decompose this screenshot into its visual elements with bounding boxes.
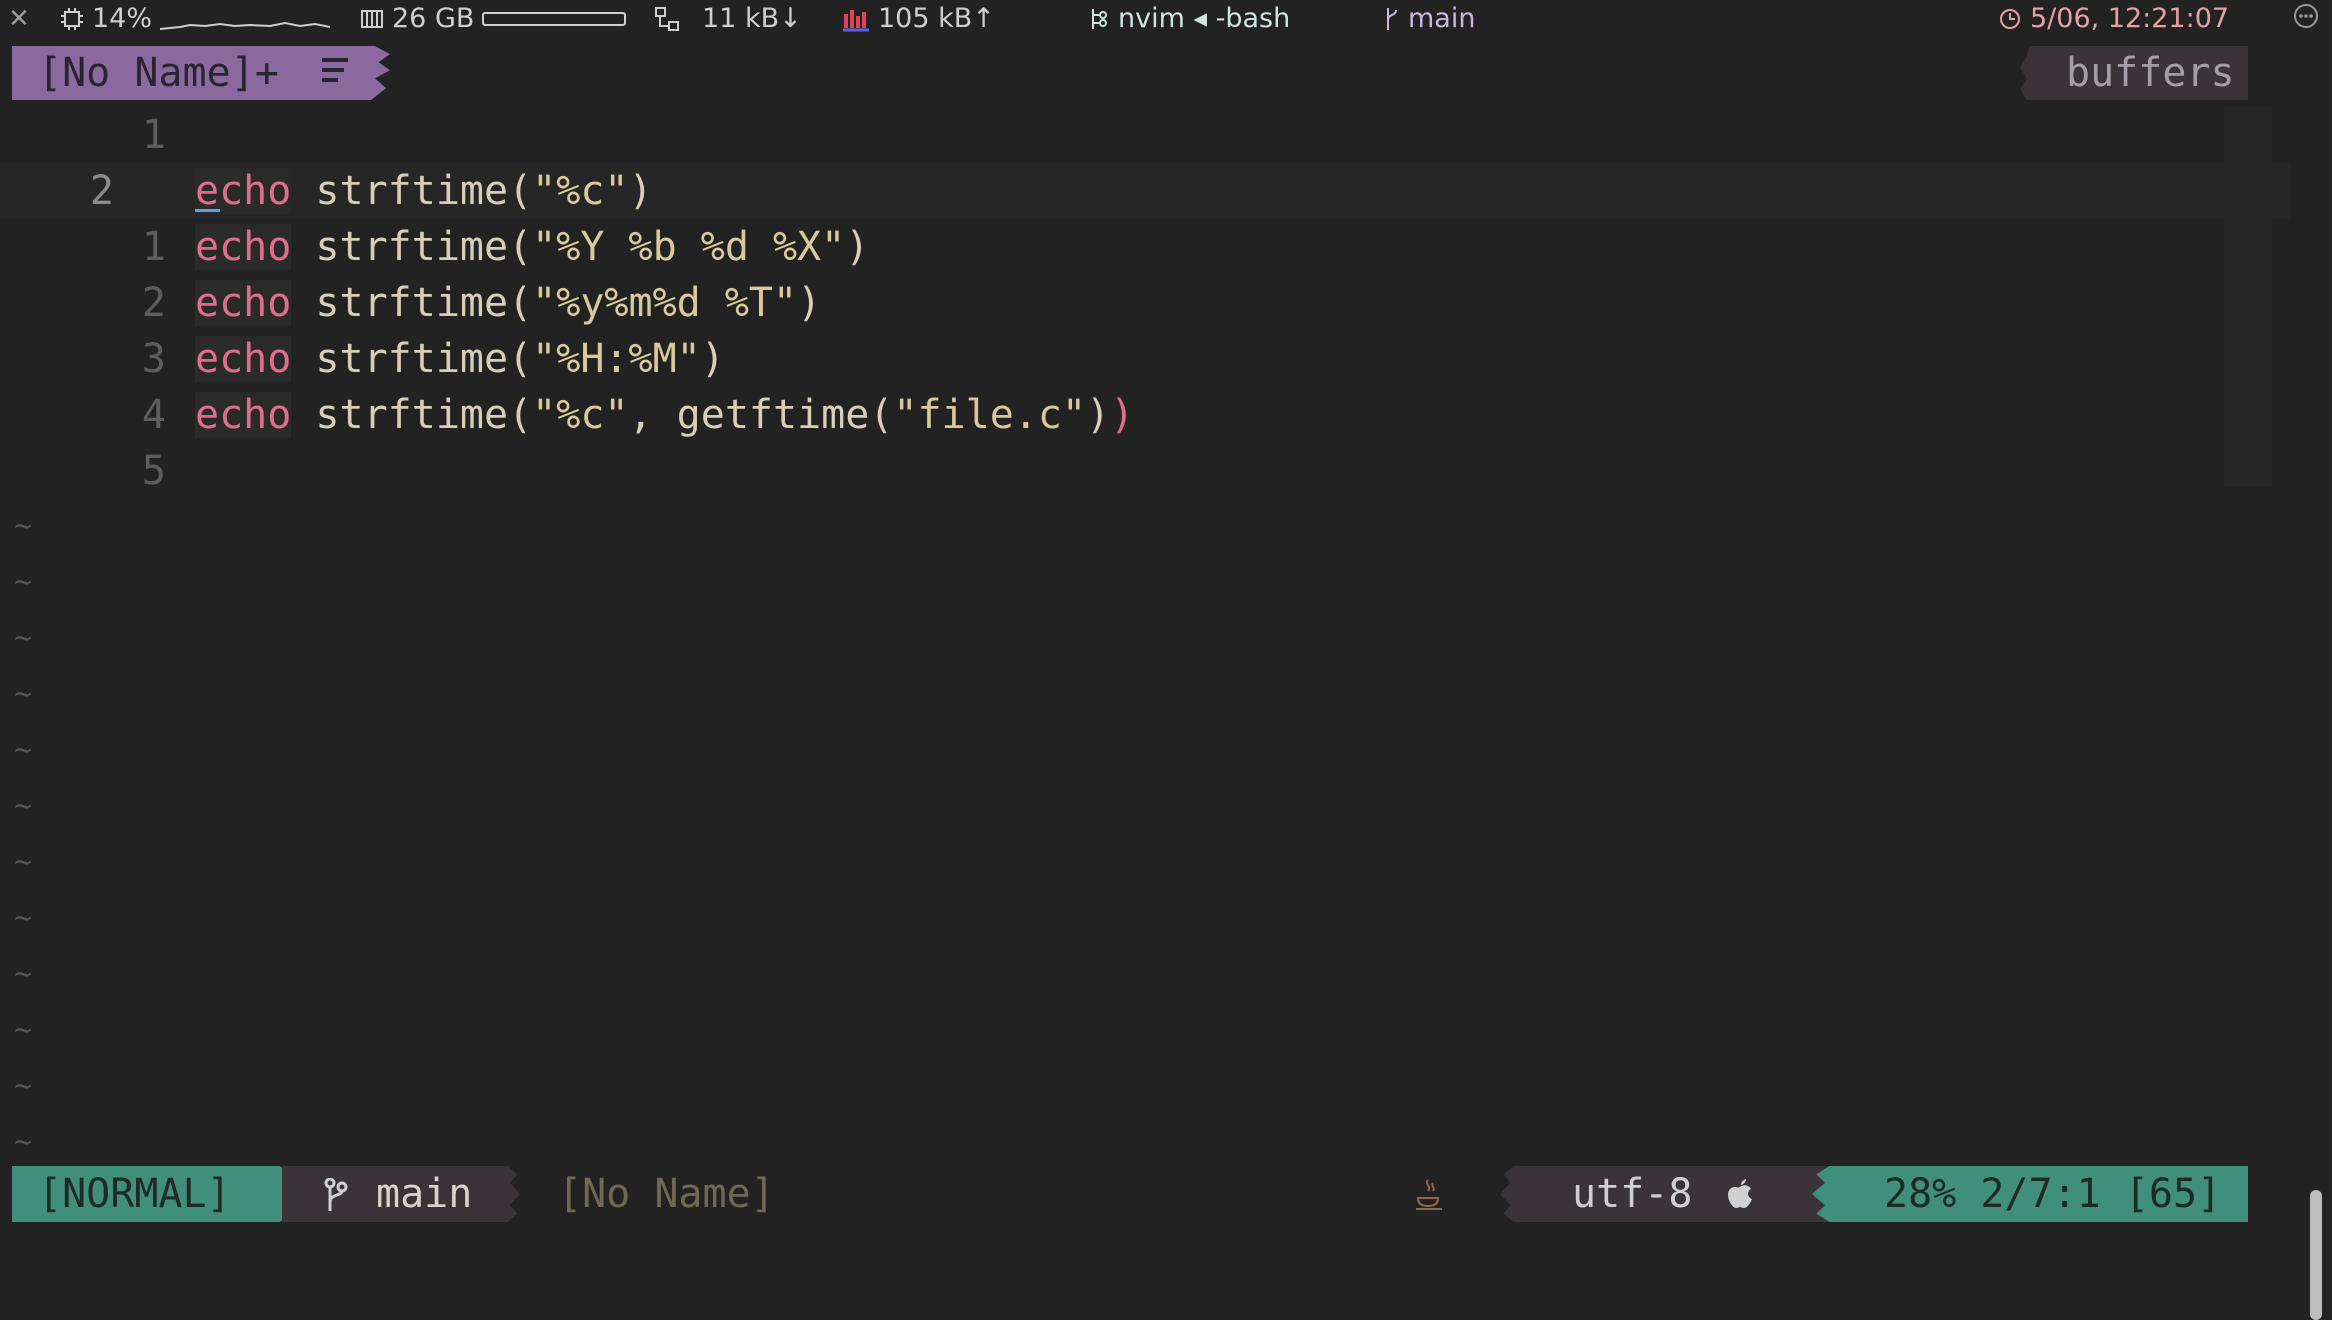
function-token: strftime(	[291, 280, 533, 326]
function-token: strftime(	[291, 224, 533, 270]
process-tree-icon	[1092, 9, 1107, 29]
string-token: "%c"	[532, 392, 629, 438]
code-line[interactable]: 3 echo strftime("%H:%M")	[0, 331, 2290, 387]
git-branch-icon	[1387, 8, 1397, 30]
editor-buffer[interactable]: 1 2 echo strftime("%c") 1 echo strftime("%Y …	[0, 107, 2290, 499]
network-icon	[655, 7, 679, 31]
punctuation-token: )	[845, 224, 870, 270]
empty-line-marker: ~	[14, 1013, 33, 1048]
punctuation-token: )	[797, 280, 822, 326]
keyword-token: echo	[195, 224, 292, 270]
close-button[interactable]: ✕	[8, 2, 30, 36]
string-token: "%y%m%d %T"	[532, 280, 798, 326]
line-number: 5	[141, 448, 166, 494]
datetime-label: 5/06, 12:21:07	[2030, 3, 2230, 34]
memory-value: 26 GB	[392, 3, 475, 34]
code-line[interactable]: 1	[0, 107, 2290, 163]
line-number: 3	[141, 336, 166, 382]
code-line[interactable]: 5	[0, 443, 2290, 499]
code-text: echo strftime("%Y %b %d %X")	[195, 219, 869, 275]
git-branch-label: main	[1408, 3, 1476, 34]
clock-icon	[2000, 9, 2020, 29]
git-branch-icon	[324, 1178, 348, 1211]
close-icon: ✕	[8, 4, 30, 34]
cpu-widget: 14%	[60, 2, 331, 36]
active-buffer-tab-label: [No Name]+	[38, 50, 279, 96]
keyword-token: echo	[195, 280, 292, 326]
string-token: "%Y %b %d %X"	[532, 224, 846, 270]
memory-widget: 26 GB	[360, 2, 627, 36]
line-number: 2	[141, 280, 166, 326]
apple-icon	[1728, 1179, 1752, 1208]
memory-bar	[482, 12, 627, 26]
cpu-icon	[61, 8, 83, 30]
empty-line-marker: ~	[14, 901, 33, 936]
empty-line-marker: ~	[14, 621, 33, 656]
memory-icon	[361, 10, 383, 28]
process-widget: nvim ◂ -bash	[1088, 2, 1290, 36]
code-text: echo strftime("%y%m%d %T")	[195, 275, 821, 331]
buffers-tab-label: buffers	[2066, 50, 2235, 96]
empty-line-marker: ~	[14, 957, 33, 992]
keyword-token: echo	[195, 392, 292, 438]
code-text: echo strftime("%c", getftime("file.c"))	[195, 387, 1134, 443]
line-number: 1	[141, 224, 166, 270]
system-status-bar: ✕ 14% 26 GB 11 kB↓ 105 kB↑ nvim ◂ -bash …	[0, 0, 2332, 38]
keyword-token: echo	[195, 336, 292, 382]
keyword-token: echo	[195, 168, 292, 214]
branch-name: main	[376, 1171, 473, 1217]
code-text: echo strftime("%c")	[195, 163, 653, 219]
encoding-label: utf-8	[1572, 1171, 1693, 1217]
function-token: strftime(	[291, 336, 533, 382]
line-number: 4	[141, 392, 166, 438]
empty-line-marker: ~	[14, 845, 33, 880]
more-icon	[2294, 4, 2318, 28]
java-icon	[1416, 1179, 1442, 1210]
string-token: "%c"	[532, 168, 629, 214]
string-token: "%H:%M"	[532, 336, 701, 382]
empty-line-marker: ~	[14, 733, 33, 768]
empty-line-marker: ~	[14, 565, 33, 600]
window-scrollbar[interactable]	[2310, 1190, 2322, 1320]
empty-line-marker: ~	[14, 677, 33, 712]
network-down-widget: 11 kB↓	[654, 2, 802, 36]
clock-widget: 5/06, 12:21:07	[1998, 2, 2229, 36]
bar-chart-icon	[843, 10, 869, 32]
net-down-value: 11 kB↓	[702, 3, 802, 34]
function-token: strftime(	[291, 168, 533, 214]
matching-paren: )	[1110, 392, 1135, 438]
mode-indicator: [NORMAL]	[38, 1171, 231, 1217]
code-line[interactable]: 2 echo strftime("%y%m%d %T")	[0, 275, 2290, 331]
code-line[interactable]: 1 echo strftime("%Y %b %d %X")	[0, 219, 2290, 275]
network-up-widget: 105 kB↑	[840, 2, 995, 36]
text-cursor	[195, 209, 220, 212]
punctuation-token: )	[628, 168, 653, 214]
function-token: strftime(	[291, 392, 533, 438]
empty-line-marker: ~	[14, 789, 33, 824]
code-text: echo strftime("%H:%M")	[195, 331, 725, 387]
empty-line-marker: ~	[14, 1069, 33, 1104]
file-name: [No Name]	[558, 1171, 775, 1217]
git-branch-widget: main	[1384, 2, 1475, 36]
code-line[interactable]: 4 echo strftime("%c", getftime("file.c"))	[0, 387, 2290, 443]
cpu-sparkline	[160, 21, 331, 30]
punctuation-token: , getftime(	[628, 392, 894, 438]
current-line[interactable]: 2 echo strftime("%c")	[0, 163, 2290, 219]
punctuation-token: )	[1086, 392, 1111, 438]
process-label: nvim ◂ -bash	[1118, 3, 1291, 34]
net-up-value: 105 kB↑	[878, 3, 995, 34]
list-icon	[322, 58, 348, 86]
empty-line-marker: ~	[14, 1125, 33, 1160]
line-number: 1	[141, 112, 166, 158]
cpu-percent: 14%	[92, 3, 153, 34]
punctuation-token: )	[700, 336, 725, 382]
string-token: "file.c"	[893, 392, 1087, 438]
more-button[interactable]	[2292, 2, 2320, 30]
empty-line-marker: ~	[14, 509, 33, 544]
cursor-position: 28% 2/7:1 [65]	[1884, 1171, 2222, 1217]
line-number: 2	[89, 168, 114, 214]
